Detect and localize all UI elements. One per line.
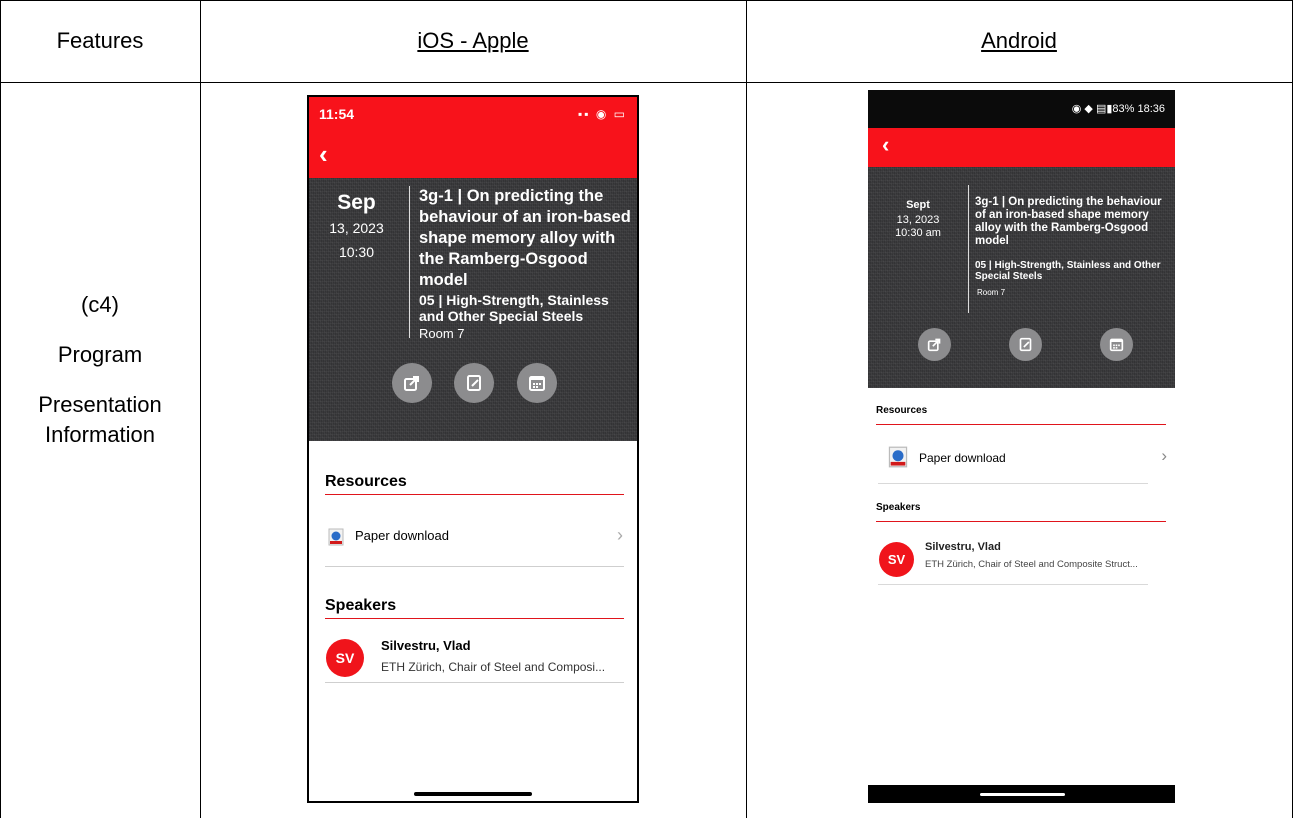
date-time: 10:30 (338, 244, 375, 260)
android-status-bar: ◉ ◆ ▤▮83% 18:36 (868, 90, 1175, 128)
date-day: 13, 2023 (896, 214, 940, 226)
speaker-name: Silvestru, Vlad (381, 638, 471, 653)
date-day: 13, 2023 (329, 220, 384, 236)
chevron-right-icon: › (1161, 446, 1167, 465)
table-col-divider-1 (200, 0, 201, 818)
feature-cell: (c4) Program Presentation Information (0, 290, 200, 470)
share-button[interactable] (918, 328, 951, 361)
speakers-divider (325, 618, 624, 619)
date-month: Sep (337, 191, 376, 214)
calendar-icon (1109, 338, 1124, 352)
calendar-icon (529, 376, 545, 391)
feature-line-2: Presentation (38, 392, 162, 417)
session-header: Sep 13, 2023 10:30 3g-1 | On predicting … (309, 178, 637, 441)
resources-heading: Resources (876, 405, 928, 416)
back-chevron-icon[interactable]: ‹ (882, 132, 889, 158)
session-header: Sept 13, 2023 10:30 am 3g-1 | On predict… (868, 167, 1175, 388)
ios-screenshot: 11:54 ▪▪ ◉ ▭ ‹ Sep 13, 2023 10:30 3g-1 |… (307, 95, 639, 803)
speaker-name: Silvestru, Vlad (925, 541, 1001, 553)
calendar-button[interactable] (1100, 328, 1133, 361)
date-month: Sept (906, 199, 930, 211)
web-document-icon (888, 446, 908, 468)
resources-heading: Resources (325, 473, 407, 490)
session-name: 05 | High-Strength, Stainless and Other … (975, 260, 1161, 282)
paper-download-label: Paper download (355, 528, 449, 543)
presentation-title: 3g-1 | On predicting the behaviour of an… (975, 196, 1162, 247)
android-content: Resources Paper download › Speakers SV S… (868, 388, 1175, 785)
home-indicator[interactable] (980, 793, 1065, 796)
share-icon (927, 338, 941, 352)
feature-line-1: Program (57, 342, 143, 367)
header-ios: iOS - Apple (417, 28, 529, 53)
resources-divider (325, 494, 624, 495)
feature-line-3: Information (44, 422, 156, 447)
avatar: SV (879, 542, 914, 577)
table-header-divider (0, 82, 1293, 83)
calendar-button[interactable] (517, 363, 557, 403)
presentation-title: 3g-1 | On predicting the behaviour of an… (419, 187, 631, 289)
back-chevron-icon[interactable]: ‹ (319, 139, 328, 170)
ios-nav-bar: ‹ (309, 135, 637, 178)
note-button[interactable] (1009, 328, 1042, 361)
row-divider (325, 682, 624, 683)
session-name: 05 | High-Strength, Stainless and Other … (419, 292, 609, 324)
speaker-affiliation: ETH Zürich, Chair of Steel and Composite… (925, 559, 1138, 570)
ios-status-bar: 11:54 ▪▪ ◉ ▭ (309, 97, 637, 135)
room-label: Room 7 (977, 288, 1006, 297)
paper-download-label: Paper download (919, 451, 1006, 465)
avatar: SV (326, 639, 364, 677)
note-edit-icon (467, 375, 481, 391)
note-edit-icon (1019, 337, 1032, 352)
speakers-heading: Speakers (325, 597, 397, 614)
android-screenshot: ◉ ◆ ▤▮83% 18:36 ‹ Sept 13, 2023 10:30 am… (868, 90, 1175, 803)
status-icons: ◉ ◆ ▤▮83% 18:36 (1071, 103, 1165, 115)
speakers-heading: Speakers (876, 502, 921, 513)
share-icon (404, 376, 419, 391)
home-indicator[interactable] (414, 792, 532, 796)
header-divider (409, 186, 410, 338)
status-icons: ▪▪ ◉ ▭ (578, 107, 627, 121)
row-divider (878, 483, 1148, 484)
date-time: 10:30 am (895, 227, 941, 239)
speakers-divider (876, 521, 1166, 522)
chevron-right-icon: › (617, 525, 623, 545)
share-button[interactable] (392, 363, 432, 403)
status-time: 11:54 (319, 106, 355, 122)
speaker-affiliation: ETH Zürich, Chair of Steel and Composi..… (381, 660, 606, 674)
note-button[interactable] (454, 363, 494, 403)
row-divider (878, 584, 1148, 585)
table-col-divider-2 (746, 0, 747, 818)
header-divider (968, 185, 969, 313)
feature-code: (c4) (81, 292, 119, 317)
web-document-icon (328, 528, 344, 546)
row-divider (325, 566, 624, 567)
resources-divider (876, 424, 1166, 425)
android-toolbar: ‹ (868, 128, 1175, 167)
header-features: Features (56, 28, 144, 53)
header-android: Android (981, 28, 1057, 53)
room-label: Room 7 (419, 326, 465, 341)
